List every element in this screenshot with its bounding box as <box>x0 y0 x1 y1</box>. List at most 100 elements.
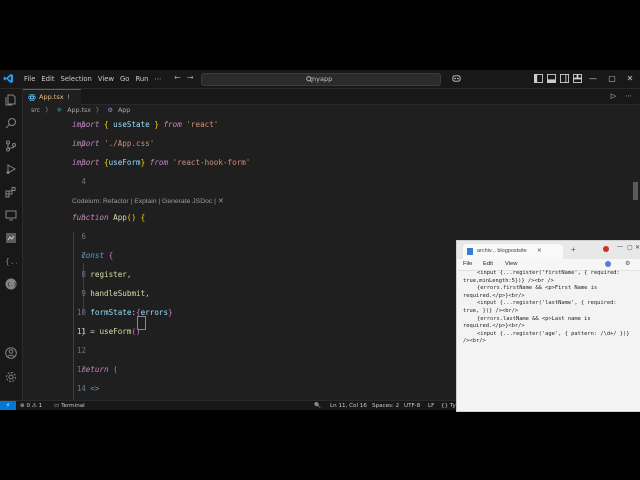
breadcrumb-symbol-icon: ⚙ <box>107 107 113 114</box>
close-window-button[interactable]: ✕ <box>620 70 640 88</box>
minimize-button[interactable]: — <box>583 70 603 88</box>
browser-minimize-button[interactable]: — <box>617 244 623 250</box>
source-line: true, })} /><br/> <box>463 307 519 314</box>
settings-gear-icon[interactable] <box>5 371 17 383</box>
tab-warning-marker: ! <box>67 93 70 101</box>
code-line[interactable]: const { <box>72 251 113 260</box>
browser-menu-file[interactable]: File <box>463 259 472 270</box>
cursor-position[interactable]: Ln 11, Col 16 <box>330 401 367 410</box>
source-line: {errors.firstName && <p>First Name is <box>477 285 598 292</box>
code-line[interactable]: <> <box>72 384 99 393</box>
source-control-icon[interactable] <box>5 140 17 152</box>
activity-bar: {..} {..} <box>0 89 23 400</box>
menu-more[interactable]: ⋯ <box>152 70 165 88</box>
source-line: /><br/> <box>463 338 486 345</box>
codeium-icon[interactable]: {..} <box>5 278 17 290</box>
problems-indicator[interactable]: ⊗ 0 ⚠ 1 <box>20 401 42 410</box>
browser-tab[interactable]: archiv... blogpostsite ✕ <box>463 244 563 259</box>
code-line[interactable]: import { useState } from 'react' <box>72 120 218 129</box>
browser-maximize-button[interactable]: ▢ <box>627 244 633 251</box>
scrollbar-thumb[interactable] <box>633 182 638 200</box>
source-line: <input {...register('age', { pattern: /\… <box>477 330 630 337</box>
source-line: <input {...register('lastName', { requir… <box>477 300 617 307</box>
code-line[interactable]: import './App.css' <box>72 139 154 148</box>
json-braces-icon[interactable]: {..} <box>5 255 17 267</box>
notification-icon[interactable] <box>603 246 609 252</box>
browser-close-button[interactable]: ✕ <box>635 244 640 251</box>
menu-selection[interactable]: Selection <box>58 70 95 88</box>
end-of-line[interactable]: LF <box>428 401 434 410</box>
menu-bar: File Edit Selection View Go Run ⋯ <box>21 70 164 88</box>
codeium-codelens[interactable]: Codeium: Refactor | Explain | Generate J… <box>72 197 224 205</box>
menu-run[interactable]: Run <box>132 70 151 88</box>
tab-label: App.tsx <box>39 93 64 101</box>
run-icon[interactable]: ▷ <box>611 92 616 100</box>
maximize-button[interactable]: ▢ <box>602 70 622 88</box>
menu-edit[interactable]: Edit <box>38 70 57 88</box>
settings-icon[interactable]: ⚙ <box>625 259 630 270</box>
code-line[interactable]: } = useForm() <box>72 327 140 336</box>
line-number: 12 <box>76 346 86 355</box>
encoding[interactable]: UTF-8 <box>404 401 420 410</box>
remote-explorer-icon[interactable] <box>5 209 17 221</box>
breadcrumb: src 〉 ⚛ App.tsx 〉 ⚙ App <box>23 105 133 116</box>
toggle-panel-icon[interactable] <box>547 74 556 83</box>
back-arrow-icon[interactable]: ← <box>174 73 181 82</box>
breadcrumb-separator: 〉 <box>96 107 103 114</box>
extensions-icon[interactable] <box>5 186 17 198</box>
forward-arrow-icon[interactable]: → <box>187 73 194 82</box>
account-icon[interactable] <box>5 347 17 359</box>
toggle-primary-sidebar-icon[interactable] <box>534 74 543 83</box>
editor-actions: ▷ ⋯ <box>611 92 632 100</box>
source-line: true,minLength:5})} /><br /> <box>463 277 554 284</box>
profile-icon[interactable] <box>605 261 611 267</box>
browser-tab-title: archiv... blogpostsite <box>477 248 527 254</box>
indentation[interactable]: Spaces: 2 <box>372 401 399 410</box>
zoom-icon[interactable]: 🔍 <box>314 401 321 410</box>
breadcrumb-symbol[interactable]: App <box>118 107 130 114</box>
code-line[interactable]: function App() { <box>72 213 145 222</box>
terminal-button[interactable]: ▭ Terminal <box>54 401 85 410</box>
language-mode[interactable]: {} Ty <box>441 401 456 410</box>
new-tab-button[interactable]: + <box>571 245 576 254</box>
explorer-icon[interactable] <box>5 94 17 106</box>
command-center[interactable]: myapp <box>201 73 441 86</box>
testing-icon[interactable] <box>5 232 17 244</box>
browser-menu-view[interactable]: View <box>505 259 517 270</box>
run-debug-icon[interactable] <box>5 163 17 175</box>
code-line[interactable]: register, <box>72 270 131 279</box>
bracket-match-highlight <box>137 316 146 330</box>
svg-text:{..}: {..} <box>7 282 17 288</box>
browser-tab-close-icon[interactable]: ✕ <box>537 244 542 259</box>
copilot-icon[interactable] <box>452 74 461 83</box>
code-line[interactable]: formState:{errors} <box>72 308 172 317</box>
browser-menu-edit[interactable]: Edit <box>483 259 493 270</box>
terminal-label: Terminal <box>61 403 85 409</box>
breadcrumb-file[interactable]: App.tsx <box>67 107 91 114</box>
title-bar: File Edit Selection View Go Run ⋯ ← → my… <box>0 70 640 89</box>
more-actions-icon[interactable]: ⋯ <box>625 92 632 100</box>
customize-layout-icon[interactable] <box>573 74 582 83</box>
menu-go[interactable]: Go <box>117 70 132 88</box>
editor-tabs: App.tsx ! ▷ ⋯ <box>23 89 640 105</box>
remote-indicator-icon[interactable]: ⚡ <box>0 401 16 410</box>
line-number: 4 <box>81 177 86 186</box>
search-icon <box>306 76 313 83</box>
menu-view[interactable]: View <box>95 70 117 88</box>
code-line[interactable]: handleSubmit, <box>72 289 149 298</box>
vscode-logo-icon <box>3 73 14 84</box>
code-line[interactable]: return ( <box>72 365 118 374</box>
react-file-icon <box>28 94 36 101</box>
search-icon[interactable] <box>5 117 17 129</box>
command-center-label: myapp <box>309 75 333 83</box>
breadcrumb-separator: 〉 <box>45 107 52 114</box>
code-line[interactable]: import {useForm} from 'react-hook-form' <box>72 158 250 167</box>
tab-app-tsx[interactable]: App.tsx ! <box>23 89 81 105</box>
source-line: required.</p>}<br/> <box>463 323 525 330</box>
breadcrumb-src[interactable]: src <box>31 107 40 114</box>
browser-tab-bar: archiv... blogpostsite ✕ + — ▢ ✕ <box>457 241 640 259</box>
source-line: {errors.lastName && <p>Last name is <box>477 315 591 322</box>
browser-window: archiv... blogpostsite ✕ + — ▢ ✕ File Ed… <box>456 240 640 412</box>
menu-file[interactable]: File <box>21 70 38 88</box>
toggle-secondary-sidebar-icon[interactable] <box>560 74 569 83</box>
